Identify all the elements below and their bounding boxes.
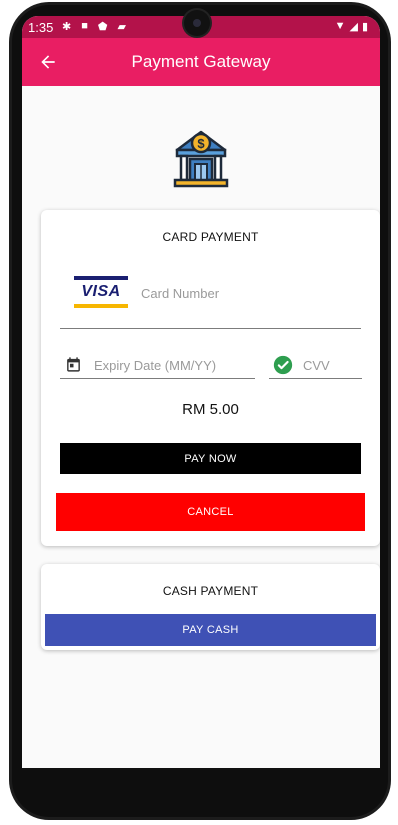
card-payment-title: CARD PAYMENT xyxy=(162,230,259,244)
bank-icon: $ xyxy=(173,130,229,188)
app-bar: Payment Gateway xyxy=(22,38,380,86)
cash-payment-panel: CASH PAYMENT PAY CASH xyxy=(41,564,380,650)
battery-icon: ▮ xyxy=(361,21,368,33)
expiry-date-input[interactable]: Expiry Date (MM/YY) xyxy=(94,358,216,373)
status-time: 1:35 xyxy=(28,20,54,35)
visa-logo: VISA xyxy=(74,276,128,310)
expiry-underline xyxy=(60,378,255,379)
check-circle-icon xyxy=(273,355,293,375)
pay-now-button[interactable]: PAY NOW xyxy=(60,443,361,474)
cvv-input[interactable]: CVV xyxy=(303,358,330,373)
payment-amount: RM 5.00 xyxy=(182,401,239,418)
cancel-button[interactable]: CANCEL xyxy=(56,493,365,531)
card-number-input[interactable]: Card Number xyxy=(141,286,219,301)
wifi-icon: ▼ xyxy=(334,20,346,32)
sd-card-icon: ▰ xyxy=(117,21,126,33)
cvv-underline xyxy=(269,378,362,379)
pay-cash-button[interactable]: PAY CASH xyxy=(45,614,376,646)
system-navigation-bar xyxy=(22,768,380,770)
shield-icon: ⬟ xyxy=(97,21,108,33)
status-system-icons: ▼ ◢ ▮ xyxy=(335,20,368,33)
svg-text:$: $ xyxy=(197,136,205,151)
cash-payment-title: CASH PAYMENT xyxy=(162,584,259,598)
front-camera xyxy=(184,10,210,36)
card-payment-panel: CARD PAYMENT VISA Card Number Expiry Dat… xyxy=(41,210,380,546)
notification-icon: ■ xyxy=(81,20,88,32)
calendar-icon xyxy=(67,357,80,372)
settings-icon: ✱ xyxy=(62,21,72,33)
signal-icon: ◢ xyxy=(349,21,358,33)
card-number-underline xyxy=(60,328,361,329)
page-title: Payment Gateway xyxy=(131,52,271,71)
status-notification-icons: ✱ ■ ⬟ ▰ xyxy=(62,20,126,33)
app-screen: 1:35 ✱ ■ ⬟ ▰ ▼ ◢ ▮ Payment Gateway $ CAR… xyxy=(22,16,380,770)
